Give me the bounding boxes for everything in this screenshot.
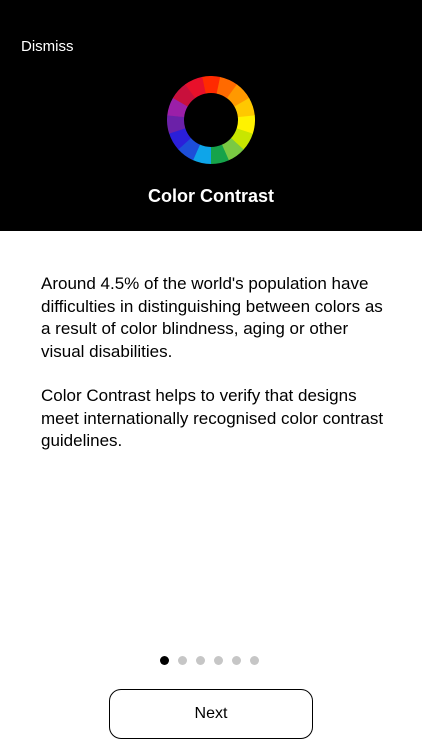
header: Dismiss Color Contrast [0, 0, 422, 231]
page-indicator [160, 656, 259, 665]
color-wheel-icon [167, 76, 255, 164]
description-paragraph: Color Contrast helps to verify that desi… [41, 386, 384, 450]
page-dot[interactable] [250, 656, 259, 665]
page-dot[interactable] [232, 656, 241, 665]
page-dot[interactable] [178, 656, 187, 665]
page-dot-active[interactable] [160, 656, 169, 665]
description-paragraph: Around 4.5% of the world's population ha… [41, 274, 383, 361]
page-dot[interactable] [214, 656, 223, 665]
dismiss-button[interactable]: Dismiss [21, 38, 74, 55]
page-title: Color Contrast [148, 186, 274, 206]
next-button[interactable]: Next [109, 689, 313, 739]
page-dot[interactable] [196, 656, 205, 665]
description: Around 4.5% of the world's population ha… [41, 273, 391, 475]
